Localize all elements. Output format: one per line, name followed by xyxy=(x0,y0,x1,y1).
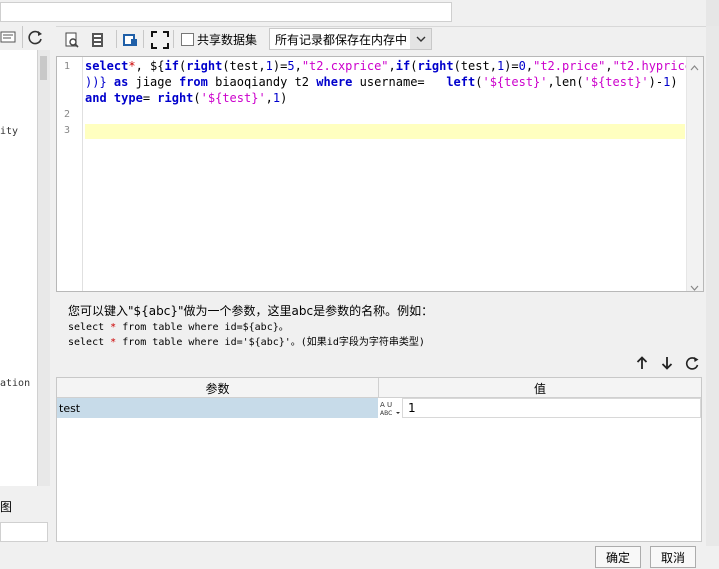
left-edit-icon[interactable] xyxy=(0,28,18,46)
dataset-name-input[interactable] xyxy=(0,2,452,22)
param-value-input[interactable]: 1 xyxy=(402,398,701,418)
column-header-value[interactable]: 值 xyxy=(379,380,701,397)
table-icon[interactable] xyxy=(120,30,140,50)
toolbar-separator xyxy=(116,30,117,48)
storage-mode-select[interactable]: 所有记录都保存在内存中 xyxy=(269,28,432,50)
tree-scrollbar[interactable] xyxy=(38,50,50,486)
scroll-up-icon[interactable] xyxy=(690,60,699,74)
help-example-1: select * from table where id=${abc}。 xyxy=(68,322,289,333)
svg-text:A: A xyxy=(380,401,385,409)
help-text: 您可以键入"${abc}"做为一个参数，这里abc是参数的名称。例如： xyxy=(68,304,434,318)
sql-code-line[interactable]: ))} as jiage from biaoqiandy t2 where us… xyxy=(85,74,678,90)
window-edge xyxy=(706,0,719,26)
sql-code-line[interactable]: select*, ${if(right(test,1)=5,"t2.cxpric… xyxy=(85,58,699,74)
chevron-down-icon[interactable] xyxy=(410,29,431,49)
tree-item[interactable]: ation xyxy=(0,378,30,389)
active-line-highlight xyxy=(85,124,685,139)
left-toolbar-separator xyxy=(22,26,23,48)
line-number-gutter xyxy=(57,57,83,291)
share-dataset-checkbox[interactable] xyxy=(181,33,194,46)
toolbar-separator xyxy=(143,30,144,48)
help-example-2: select * from table where id='${abc}'。(如… xyxy=(68,337,425,348)
line-number: 2 xyxy=(64,109,71,120)
move-down-icon[interactable] xyxy=(659,355,675,371)
preview-icon[interactable] xyxy=(62,30,82,50)
svg-text:U: U xyxy=(387,401,392,409)
fullscreen-icon[interactable] xyxy=(150,30,170,50)
line-number: 3 xyxy=(64,125,71,136)
left-bottom-label: 图 xyxy=(0,500,13,514)
storage-mode-value: 所有记录都保存在内存中 xyxy=(275,32,408,47)
scroll-down-icon[interactable] xyxy=(690,280,699,294)
tree-scrollbar-thumb[interactable] xyxy=(40,56,47,80)
toolbar-separator xyxy=(173,30,174,48)
string-type-icon[interactable]: A U ABC xyxy=(379,399,401,417)
editor-scrollbar[interactable] xyxy=(686,57,703,291)
param-name-cell[interactable]: test xyxy=(57,398,378,418)
move-up-icon[interactable] xyxy=(634,355,650,371)
column-header-name[interactable]: 参数 xyxy=(57,380,378,397)
sql-code-line[interactable]: and type= right('${test}',1) xyxy=(85,90,287,106)
dataset-tree[interactable]: ity ation xyxy=(0,50,38,486)
share-dataset-label: 共享数据集 xyxy=(197,33,258,47)
line-number: 1 xyxy=(64,61,71,72)
refresh-params-icon[interactable] xyxy=(684,355,700,371)
tree-item[interactable]: ity xyxy=(0,126,18,137)
left-bottom-input[interactable] xyxy=(0,522,48,542)
svg-text:ABC: ABC xyxy=(380,410,392,417)
window-edge xyxy=(706,26,719,546)
refresh-icon[interactable] xyxy=(27,28,45,46)
database-icon[interactable] xyxy=(88,30,108,50)
